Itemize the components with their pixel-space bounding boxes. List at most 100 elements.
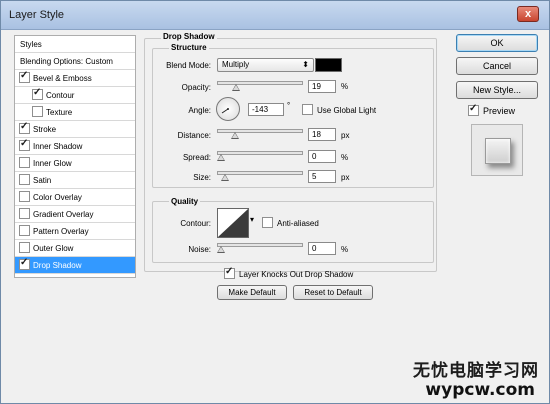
noise-slider-thumb[interactable] [217, 246, 225, 253]
use-global-light-label: Use Global Light [317, 106, 377, 115]
style-list-item-label: Blending Options: Custom [20, 57, 113, 66]
style-list-item[interactable]: Blending Options: Custom [15, 53, 135, 70]
dialog-body: Styles Blending Options: Custom Bevel & E… [6, 31, 544, 399]
style-list-item[interactable]: Stroke [15, 121, 135, 138]
style-list-checkbox[interactable] [19, 70, 30, 83]
style-list-checkbox[interactable] [19, 208, 30, 219]
style-list-item[interactable]: Outer Glow [15, 240, 135, 257]
style-list-checkbox[interactable] [19, 225, 30, 236]
style-list-item-label: Color Overlay [33, 193, 82, 202]
style-list-item[interactable]: Inner Glow [15, 155, 135, 172]
spread-label: Spread: [182, 153, 211, 162]
cancel-button[interactable]: Cancel [456, 57, 538, 75]
opacity-label: Opacity: [181, 83, 211, 92]
watermark-line-1: 无忧电脑学习网 [413, 361, 539, 381]
opacity-input[interactable]: 19 [308, 80, 336, 93]
distance-label: Distance: [177, 131, 211, 140]
quality-title: Quality [169, 197, 201, 206]
blend-mode-select[interactable]: Multiply ⬍ [217, 58, 314, 72]
opacity-slider-thumb[interactable] [231, 84, 240, 91]
title-bar[interactable]: Layer Style x [1, 1, 549, 30]
style-list-item[interactable]: Pattern Overlay [15, 223, 135, 240]
layer-style-window: Layer Style x Styles Blending Options: C… [0, 0, 550, 404]
styles-header-label: Styles [20, 40, 42, 49]
angle-unit: ° [287, 101, 291, 110]
style-list-checkbox[interactable] [32, 87, 43, 100]
knockout-checkbox[interactable] [224, 266, 235, 279]
use-global-light-checkbox[interactable] [302, 104, 313, 115]
angle-label: Angle: [188, 106, 211, 115]
preview-label: Preview [483, 106, 516, 116]
style-list-item-label: Satin [33, 176, 52, 185]
new-style-button[interactable]: New Style... [456, 81, 538, 99]
preview-square [485, 138, 511, 164]
size-slider-thumb[interactable] [220, 174, 229, 181]
style-list-item[interactable]: Color Overlay [15, 189, 135, 206]
opacity-unit: % [341, 82, 349, 91]
noise-label: Noise: [188, 245, 211, 254]
blend-mode-value: Multiply [222, 60, 250, 69]
watermark-line-2: wypcw.com [425, 380, 535, 400]
opacity-slider[interactable] [217, 80, 303, 91]
distance-slider-thumb[interactable] [231, 132, 240, 139]
knockout-label: Layer Knocks Out Drop Shadow [239, 270, 354, 279]
style-list-checkbox[interactable] [19, 157, 30, 168]
size-label: Size: [193, 173, 211, 182]
close-button[interactable]: x [517, 6, 539, 22]
style-list-item[interactable]: Drop Shadow [15, 257, 135, 274]
contour-dropdown-icon[interactable]: ▾ [250, 215, 254, 224]
style-list-item-label: Gradient Overlay [33, 210, 94, 219]
distance-unit: px [341, 131, 350, 140]
distance-input[interactable]: 18 [308, 128, 336, 141]
shadow-color-swatch[interactable] [315, 58, 342, 72]
style-list-checkbox[interactable] [19, 242, 30, 253]
style-list-checkbox[interactable] [19, 174, 30, 185]
style-list-item-label: Bevel & Emboss [33, 74, 92, 83]
spread-slider[interactable] [217, 150, 303, 161]
structure-title: Structure [169, 43, 209, 52]
angle-input[interactable]: -143 [248, 103, 284, 116]
preview-checkbox[interactable] [468, 103, 479, 116]
size-unit: px [341, 173, 350, 182]
blend-mode-label: Blend Mode: [166, 61, 211, 70]
style-list-checkbox[interactable] [19, 138, 30, 151]
style-list-item-label: Outer Glow [33, 244, 74, 253]
noise-slider[interactable] [217, 242, 303, 253]
reset-to-default-button[interactable]: Reset to Default [293, 285, 373, 300]
noise-input[interactable]: 0 [308, 242, 336, 255]
size-input[interactable]: 5 [308, 170, 336, 183]
anti-aliased-checkbox[interactable] [262, 217, 273, 228]
anti-aliased-label: Anti-aliased [277, 219, 319, 228]
style-list-item-label: Pattern Overlay [33, 227, 89, 236]
close-icon: x [524, 8, 532, 20]
distance-slider[interactable] [217, 128, 303, 139]
style-list-item[interactable]: Texture [15, 104, 135, 121]
spread-input[interactable]: 0 [308, 150, 336, 163]
style-preview-thumbnail [471, 124, 523, 176]
style-list-item[interactable]: Bevel & Emboss [15, 70, 135, 87]
size-slider[interactable] [217, 170, 303, 181]
style-list-checkbox[interactable] [19, 121, 30, 134]
style-list-item-label: Texture [46, 108, 73, 117]
style-list-item-label: Inner Shadow [33, 142, 83, 151]
noise-unit: % [341, 245, 349, 254]
make-default-button[interactable]: Make Default [217, 285, 287, 300]
ok-button[interactable]: OK [456, 34, 538, 52]
style-list-checkbox[interactable] [19, 191, 30, 202]
angle-needle-icon [221, 108, 229, 114]
style-list-item[interactable]: Gradient Overlay [15, 206, 135, 223]
contour-picker[interactable] [217, 208, 249, 238]
angle-dial[interactable] [216, 97, 240, 121]
window-title: Layer Style [9, 9, 65, 21]
spread-unit: % [341, 153, 349, 162]
styles-list-header[interactable]: Styles [15, 36, 135, 53]
style-list-checkbox[interactable] [19, 257, 30, 270]
style-list-item-label: Stroke [33, 125, 57, 134]
style-list-checkbox[interactable] [32, 106, 43, 117]
drop-shadow-title: Drop Shadow [161, 32, 217, 41]
chevron-updown-icon: ⬍ [302, 60, 309, 69]
style-list-item[interactable]: Inner Shadow [15, 138, 135, 155]
style-list-item[interactable]: Satin [15, 172, 135, 189]
style-list-item[interactable]: Contour [15, 87, 135, 104]
spread-slider-thumb[interactable] [217, 154, 225, 161]
